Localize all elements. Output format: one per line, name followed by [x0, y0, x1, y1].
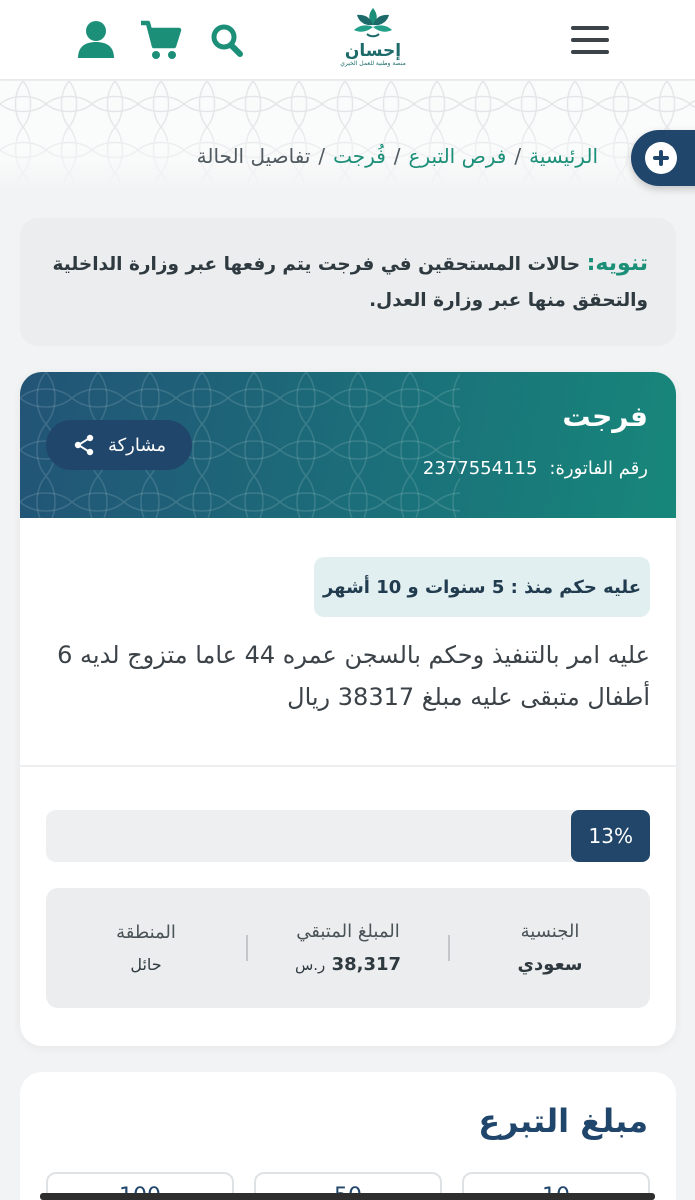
stat-remaining-label: المبلغ المتبقي — [296, 921, 400, 942]
logo-name: إحسان — [344, 41, 402, 61]
breadcrumb-category[interactable]: فُرجت — [333, 144, 386, 168]
notice-box: تنويه: حالات المستحقين في فرجت يتم رفعها… — [20, 218, 676, 346]
invoice-row: رقم الفاتورة: 2377554115 — [423, 458, 648, 479]
divider — [20, 765, 676, 767]
user-icon[interactable] — [74, 18, 118, 62]
invoice-number: 2377554115 — [422, 458, 538, 479]
progress-label: 13% — [588, 824, 633, 848]
donation-title: مبلغ التبرع — [478, 1102, 648, 1140]
logo-leaves-icon — [354, 8, 392, 38]
notice-label: تنويه: — [586, 251, 648, 276]
currency-label: ر.س — [294, 956, 326, 974]
progress-fill: 13% — [571, 810, 650, 862]
stat-remaining-value: 38,317 ر.س — [248, 954, 448, 975]
plus-icon — [645, 142, 677, 174]
breadcrumb-home[interactable]: الرئيسية — [529, 144, 598, 168]
stat-remaining: المبلغ المتبقي 38,317 ر.س — [248, 921, 448, 975]
stat-nationality-label: الجنسية — [520, 921, 580, 942]
case-card: فرجت رقم الفاتورة: 2377554115 مشاركة علي… — [20, 372, 676, 1046]
breadcrumb: الرئيسية / فرص التبرع / فُرجت / تفاصيل ا… — [197, 140, 598, 172]
stat-separator — [448, 935, 450, 961]
case-title: فرجت — [562, 400, 648, 433]
ehsan-logo[interactable]: إحسان منصة وطنية للعمل الخيري — [330, 6, 416, 76]
share-icon — [74, 434, 94, 456]
share-button[interactable]: مشاركة — [46, 420, 192, 470]
cart-icon[interactable] — [138, 18, 182, 62]
logo-tagline: منصة وطنية للعمل الخيري — [340, 60, 406, 67]
case-description: عليه امر بالتنفيذ وحكم بالسجن عمره 44 عا… — [57, 641, 650, 711]
case-stats: الجنسية سعودي المبلغ المتبقي 38,317 ر.س … — [46, 888, 650, 1008]
decorative-pattern — [0, 81, 695, 191]
case-card-header: فرجت رقم الفاتورة: 2377554115 مشاركة — [20, 372, 676, 518]
breadcrumb-separator: / — [514, 144, 522, 168]
sentence-badge: عليه حكم منذ : 5 سنوات و 10 أشهر — [314, 557, 650, 617]
search-icon[interactable] — [204, 18, 248, 62]
donation-card: مبلغ التبرع 10 50 100 — [20, 1072, 676, 1200]
home-indicator — [40, 1193, 655, 1200]
floating-add-button[interactable] — [631, 130, 695, 186]
stat-region-value: حائل — [130, 955, 162, 974]
notice-text: حالات المستحقين في فرجت يتم رفعها عبر وز… — [52, 254, 648, 311]
breadcrumb-opportunities[interactable]: فرص التبرع — [409, 144, 507, 168]
stat-region: المنطقة حائل — [46, 922, 246, 974]
stat-region-label: المنطقة — [116, 922, 176, 943]
breadcrumb-current: تفاصيل الحالة — [196, 144, 311, 168]
remaining-amount: 38,317 — [331, 954, 402, 975]
share-label: مشاركة — [107, 434, 167, 456]
breadcrumb-separator: / — [393, 144, 401, 168]
top-header: إحسان منصة وطنية للعمل الخيري — [0, 0, 695, 80]
progress-bar: 13% — [46, 810, 650, 862]
invoice-label: رقم الفاتورة: — [549, 458, 648, 479]
stat-nationality-value: سعودي — [517, 954, 583, 975]
stat-separator — [246, 935, 248, 961]
menu-icon[interactable] — [571, 24, 611, 56]
breadcrumb-separator: / — [318, 144, 326, 168]
stat-nationality: الجنسية سعودي — [450, 921, 650, 975]
